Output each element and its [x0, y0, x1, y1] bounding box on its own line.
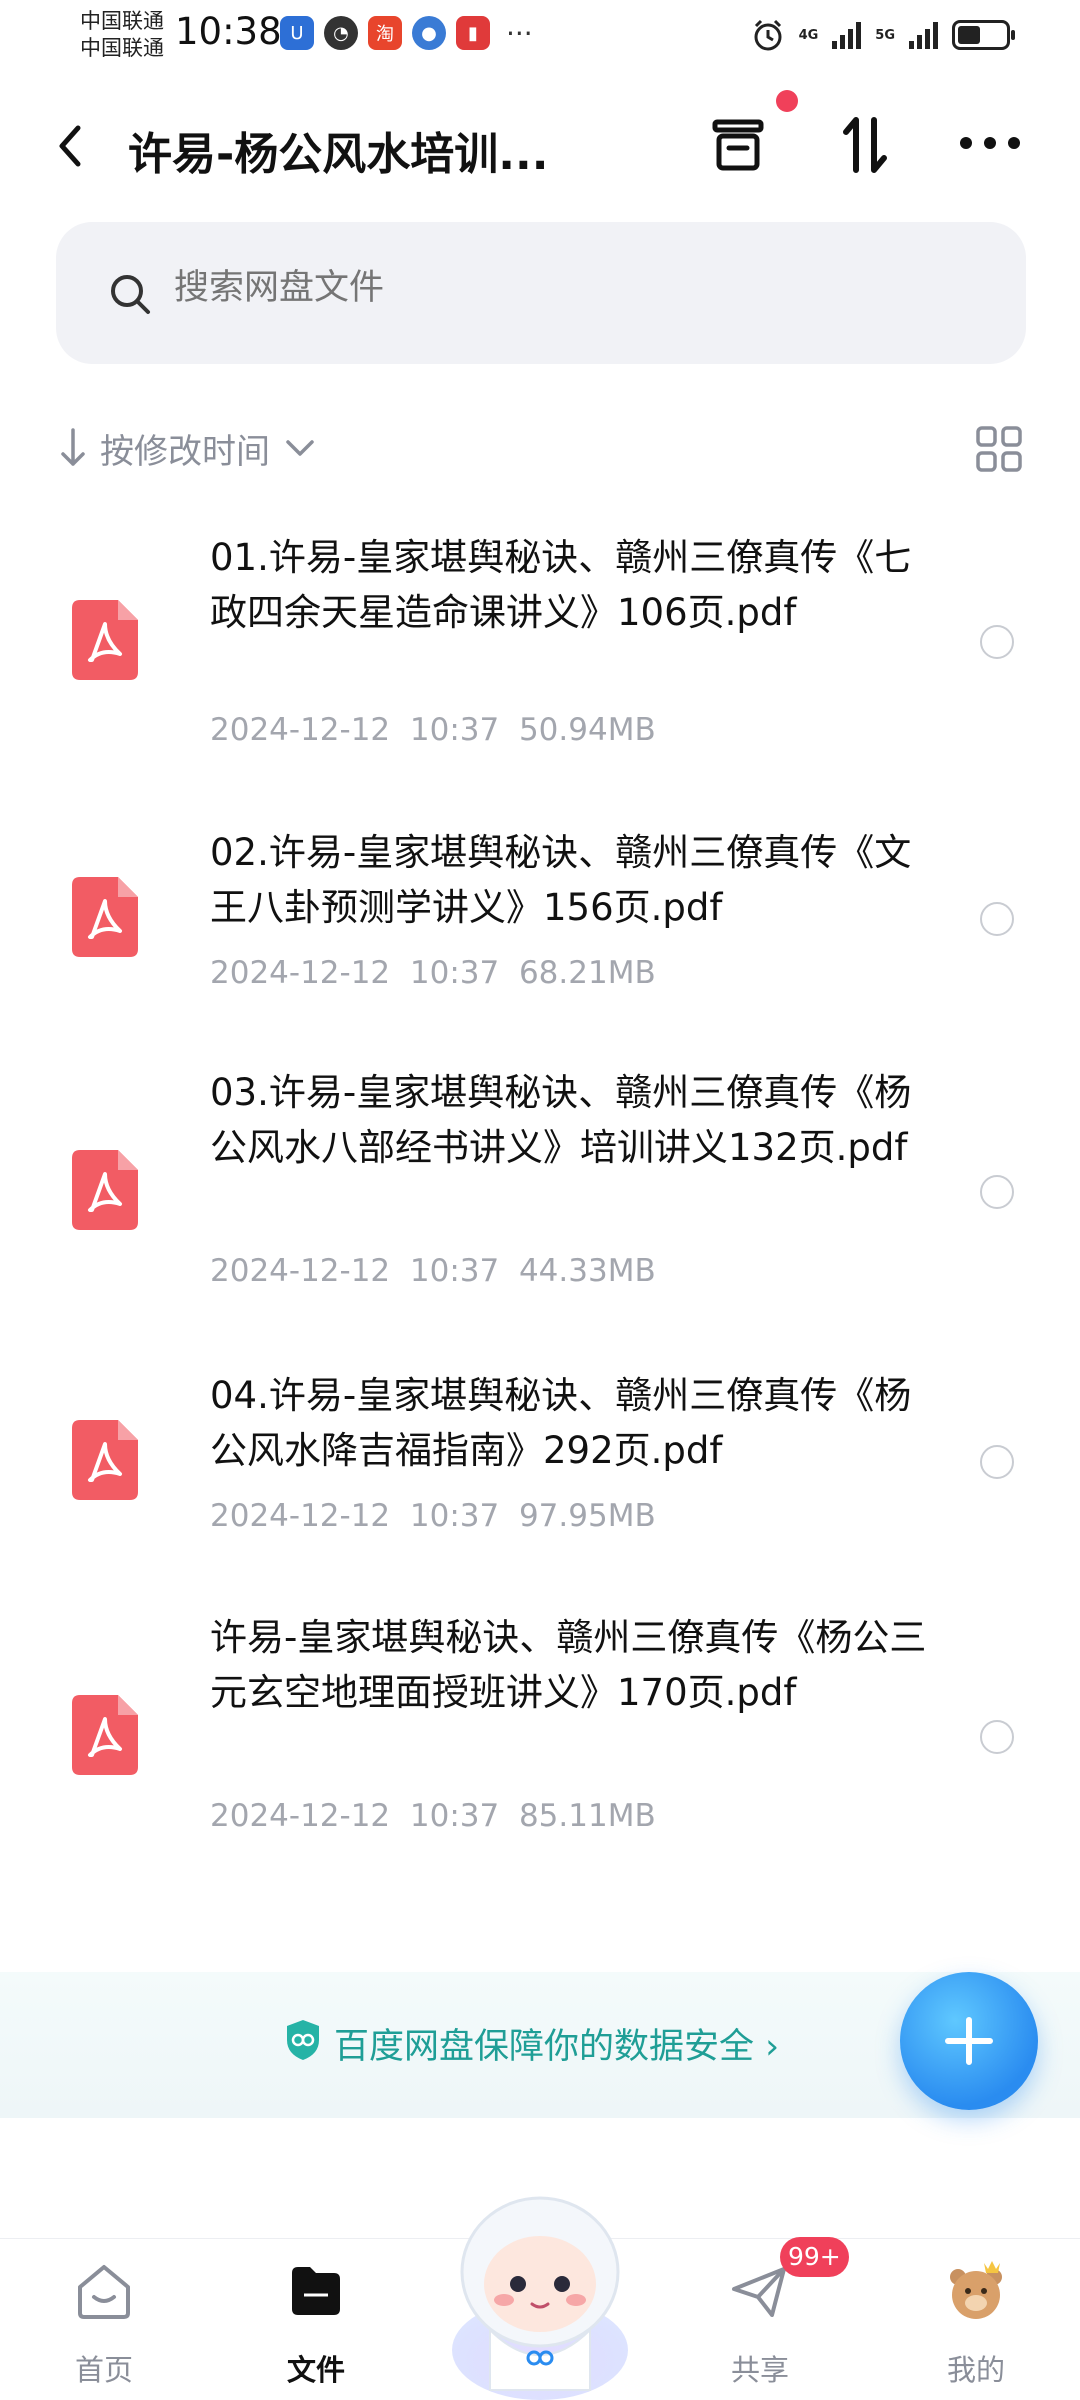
folder-icon — [292, 2267, 340, 2315]
file-time: 10:37 — [409, 712, 500, 748]
back-arrow-icon[interactable] — [50, 118, 90, 174]
select-radio[interactable] — [980, 1175, 1014, 1209]
select-radio[interactable] — [980, 1445, 1014, 1479]
search-bar[interactable] — [56, 222, 1026, 364]
transfer-arrows-icon[interactable] — [832, 112, 898, 178]
grid-view-icon[interactable] — [975, 425, 1023, 473]
file-date: 2024-12-12 — [210, 955, 391, 991]
sort-label: 按修改时间 — [100, 431, 270, 472]
file-size: 85.11MB — [518, 1798, 656, 1834]
battery-icon — [952, 20, 1015, 50]
file-date: 2024-12-12 — [210, 1253, 391, 1289]
file-meta: 2024-12-12 10:37 97.95MB — [210, 1498, 656, 1534]
file-row[interactable]: 04.许易-皇家堪舆秘诀、赣州三僚真传《杨公风水降吉福指南》292页.pdf 2… — [0, 1368, 1080, 1558]
status-bar: 中国联通 中国联通 10:38 U ◔ 淘 ● ▮ ··· 4G 5G — [0, 0, 1080, 70]
file-time: 10:37 — [409, 955, 500, 991]
signal-2-icon — [909, 21, 938, 49]
file-time: 10:37 — [409, 1798, 500, 1834]
more-notifications-icon: ··· — [506, 16, 533, 50]
status-time: 10:38 — [175, 10, 282, 53]
file-time: 10:37 — [409, 1253, 500, 1289]
select-radio[interactable] — [980, 625, 1014, 659]
carrier-labels: 中国联通 中国联通 — [80, 8, 164, 62]
tab-label: 我的 — [946, 2353, 1005, 2387]
file-name: 许易-皇家堪舆秘诀、赣州三僚真传《杨公三元玄空地理面授班讲义》170页.pdf — [210, 1616, 927, 1714]
file-size: 68.21MB — [518, 955, 656, 991]
carrier-1: 中国联通 — [80, 9, 164, 33]
file-meta: 2024-12-12 10:37 44.33MB — [210, 1253, 656, 1289]
file-row[interactable]: 02.许易-皇家堪舆秘诀、赣州三僚真传《文王八卦预测学讲义》156页.pdf 2… — [0, 825, 1080, 1015]
file-meta: 2024-12-12 10:37 68.21MB — [210, 955, 656, 991]
security-banner-text: 百度网盘保障你的数据安全 › — [334, 2027, 780, 2067]
network-type-1: 4G — [798, 27, 819, 43]
file-name: 01.许易-皇家堪舆秘诀、赣州三僚真传《七政四余天星造命课讲义》106页.pdf — [210, 536, 912, 634]
paper-plane-icon — [732, 2267, 786, 2317]
system-indicators: 4G 5G — [751, 18, 1015, 52]
file-meta: 2024-12-12 10:37 50.94MB — [210, 712, 656, 748]
tab-label: 文件 — [286, 2353, 345, 2387]
file-name: 04.许易-皇家堪舆秘诀、赣州三僚真传《杨公风水降吉福指南》292页.pdf — [210, 1374, 912, 1472]
file-row[interactable]: 01.许易-皇家堪舆秘诀、赣州三僚真传《七政四余天星造命课讲义》106页.pdf… — [0, 520, 1080, 770]
tab-profile[interactable]: 我的 — [886, 2239, 1066, 2400]
file-date: 2024-12-12 — [210, 712, 391, 748]
add-file-button[interactable] — [900, 1972, 1038, 2110]
archive-box-icon[interactable] — [705, 112, 771, 178]
alarm-icon — [754, 19, 782, 51]
pdf-file-icon — [72, 877, 138, 957]
signal-1-icon — [832, 21, 862, 49]
chevron-down-icon — [286, 440, 314, 456]
bear-avatar-icon — [950, 2261, 1002, 2319]
pdf-file-icon — [72, 1420, 138, 1500]
pdf-file-icon — [72, 1695, 138, 1775]
select-radio[interactable] — [980, 1720, 1014, 1754]
file-size: 44.33MB — [518, 1253, 656, 1289]
search-input[interactable] — [174, 268, 874, 308]
file-name: 02.许易-皇家堪舆秘诀、赣州三僚真传《文王八卦预测学讲义》156页.pdf — [210, 831, 912, 929]
home-icon — [78, 2265, 130, 2319]
browser-icon: ● — [412, 16, 446, 50]
new-indicator-dot — [776, 90, 798, 112]
clock-app-icon: ◔ — [324, 16, 358, 50]
file-meta: 2024-12-12 10:37 85.11MB — [210, 1798, 656, 1834]
file-row[interactable]: 许易-皇家堪舆秘诀、赣州三僚真传《杨公三元玄空地理面授班讲义》170页.pdf … — [0, 1610, 1080, 1860]
notification-icons: U ◔ 淘 ● ▮ ··· — [280, 16, 533, 50]
file-time: 10:37 — [409, 1498, 500, 1534]
app-notification-icon: U — [280, 16, 314, 50]
file-name: 03.许易-皇家堪舆秘诀、赣州三僚真传《杨公风水八部经书讲义》培训讲义132页.… — [210, 1071, 912, 1169]
file-size: 50.94MB — [518, 712, 656, 748]
pdf-file-icon — [72, 1150, 138, 1230]
tab-label: 首页 — [74, 2353, 133, 2387]
tab-files[interactable]: 文件 — [226, 2239, 406, 2400]
carrier-2: 中国联通 — [80, 36, 164, 60]
file-date: 2024-12-12 — [210, 1498, 391, 1534]
network-type-2: 5G — [875, 27, 895, 43]
more-options-icon[interactable] — [955, 118, 1025, 168]
folder-title: 许易-杨公风水培训... — [128, 129, 549, 180]
plus-icon — [945, 2017, 993, 2065]
file-size: 97.95MB — [518, 1498, 656, 1534]
tab-label: 共享 — [730, 2353, 789, 2387]
taobao-icon: 淘 — [368, 16, 402, 50]
share-notification-badge: 99+ — [780, 2237, 849, 2277]
search-icon — [111, 275, 150, 314]
sort-selector[interactable]: 按修改时间 — [56, 420, 320, 476]
file-date: 2024-12-12 — [210, 1798, 391, 1834]
file-row[interactable]: 03.许易-皇家堪舆秘诀、赣州三僚真传《杨公风水八部经书讲义》培训讲义132页.… — [0, 1065, 1080, 1315]
pdf-file-icon — [72, 600, 138, 680]
ai-assistant-mascot-button[interactable] — [430, 2180, 650, 2400]
shield-icon — [287, 2020, 319, 2060]
tab-home[interactable]: 首页 — [14, 2239, 194, 2400]
reader-app-icon: ▮ — [456, 16, 490, 50]
sort-arrow-down-icon — [61, 428, 85, 466]
top-nav-bar: 许易-杨公风水培训... — [0, 90, 1080, 200]
select-radio[interactable] — [980, 902, 1014, 936]
